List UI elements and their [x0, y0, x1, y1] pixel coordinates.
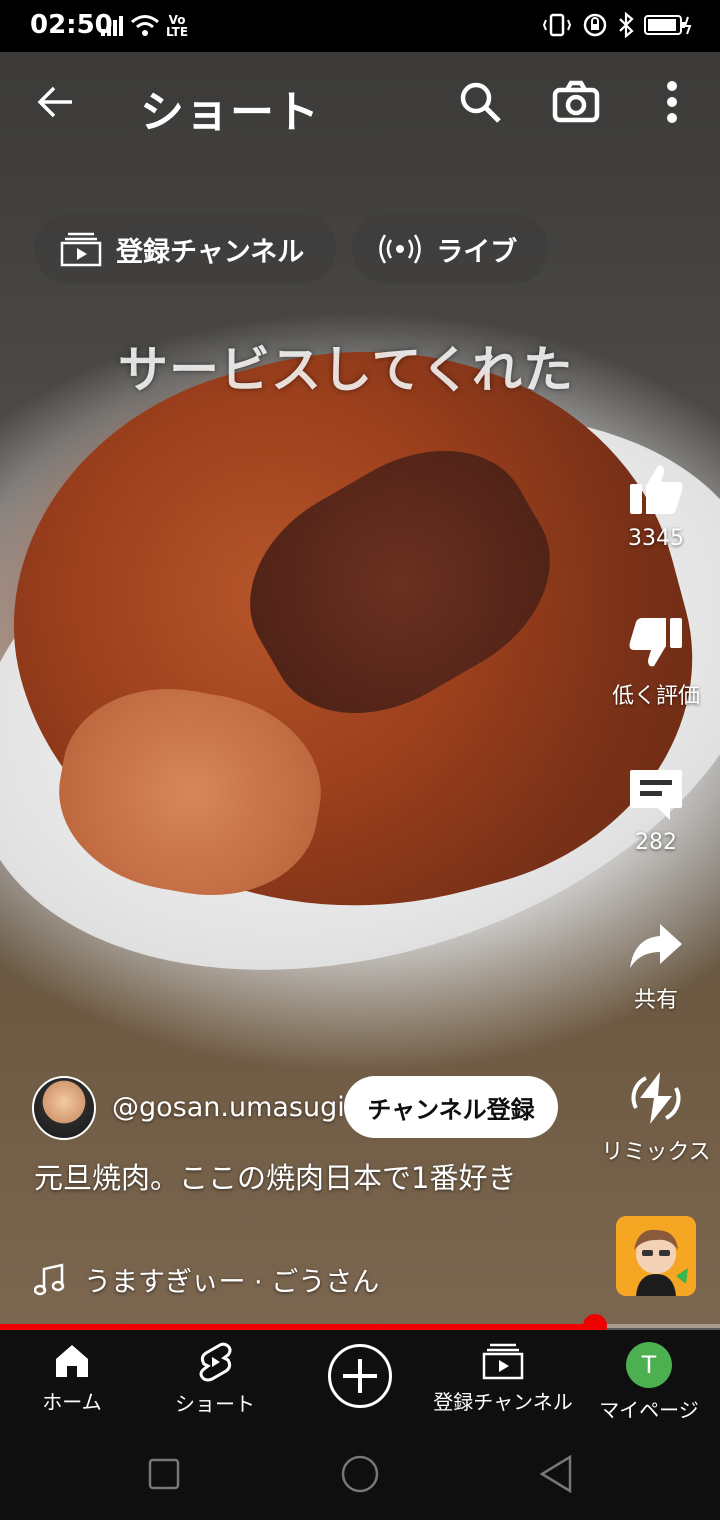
nav-subscriptions-label: 登録チャンネル	[433, 1390, 573, 1414]
page-title: ショート	[140, 87, 320, 138]
top-bar: ショート	[0, 52, 720, 152]
thumbs-down-icon	[629, 618, 682, 667]
nav-mypage[interactable]: T マイページ	[594, 1342, 704, 1423]
home-circle-icon[interactable]	[340, 1454, 380, 1494]
bluetooth-icon	[619, 12, 634, 38]
volte-indicator: Vo LTE	[166, 14, 188, 38]
sound-title: うますぎぃー · ごうさん	[84, 1267, 380, 1298]
video-overlay-caption: サービスしてくれた	[118, 341, 574, 399]
battery-icon	[644, 15, 692, 35]
status-right-icons	[542, 12, 692, 38]
search-icon[interactable]	[458, 80, 502, 124]
wifi-icon	[131, 15, 159, 36]
nav-home-label: ホーム	[42, 1390, 102, 1414]
live-icon	[379, 234, 421, 264]
sound-link[interactable]: うますぎぃー · ごうさん	[34, 1260, 379, 1299]
share-label: 共有	[633, 988, 678, 1013]
nav-shorts[interactable]: ショート	[165, 1342, 265, 1417]
home-icon	[56, 1345, 88, 1377]
back-arrow-icon[interactable]	[36, 82, 76, 122]
video-caption[interactable]: 元旦焼肉。ここの焼肉日本で1番好き	[34, 1160, 554, 1196]
back-triangle-icon[interactable]	[538, 1454, 574, 1494]
like-count: 3345	[628, 526, 684, 551]
share-button[interactable]: 共有	[596, 916, 716, 1014]
comment-icon	[630, 770, 682, 820]
comments-button[interactable]: 282	[596, 764, 716, 855]
chip-live[interactable]: ライブ	[352, 214, 550, 284]
signal-icon	[101, 16, 123, 36]
thumbs-up-icon	[630, 465, 683, 514]
chip-label: 登録チャンネル	[116, 236, 305, 268]
volte-line2: LTE	[166, 25, 189, 39]
feed-chips: 登録チャンネル ライブ	[34, 214, 550, 284]
create-button[interactable]	[328, 1344, 392, 1408]
sound-thumbnail[interactable]	[616, 1216, 696, 1296]
remix-label: リミックス	[601, 1140, 711, 1165]
share-icon	[630, 924, 682, 968]
recents-icon[interactable]	[148, 1458, 180, 1490]
channel-handle[interactable]: @gosan.umasugi	[112, 1092, 345, 1123]
remix-icon	[631, 1072, 681, 1124]
shorts-icon	[199, 1342, 232, 1382]
nav-mypage-label: マイページ	[599, 1398, 699, 1422]
dislike-button[interactable]: 低く評価	[596, 612, 716, 710]
user-avatar: T	[626, 1342, 672, 1388]
subscriptions-icon	[60, 232, 102, 267]
lock-rotation-icon	[583, 13, 607, 37]
comment-count: 282	[635, 830, 677, 855]
nav-subscriptions[interactable]: 登録チャンネル	[430, 1342, 576, 1415]
dislike-label: 低く評価	[611, 684, 700, 709]
status-bar: 02:50 Vo LTE	[0, 0, 720, 52]
plus-icon	[343, 1359, 377, 1393]
chip-label: ライブ	[436, 236, 518, 268]
remix-button[interactable]: リミックス	[596, 1068, 716, 1166]
more-vert-icon[interactable]	[660, 78, 684, 126]
sound-artwork-icon	[634, 1229, 688, 1296]
music-note-icon	[34, 1262, 65, 1295]
vibrate-icon	[542, 13, 572, 37]
nav-home[interactable]: ホーム	[22, 1342, 122, 1415]
like-button[interactable]: 3345	[596, 460, 716, 551]
chip-subscriptions[interactable]: 登録チャンネル	[34, 214, 337, 284]
subscriptions-icon	[482, 1343, 524, 1380]
channel-avatar[interactable]	[32, 1076, 96, 1140]
status-left-icons: Vo LTE	[100, 14, 188, 38]
subscribe-button[interactable]: チャンネル登録	[344, 1076, 558, 1138]
system-navigation-bar	[0, 1430, 720, 1520]
camera-icon[interactable]	[552, 80, 600, 124]
bottom-navigation: ホーム ショート 登録チャンネル T マイページ	[0, 1330, 720, 1430]
nav-shorts-label: ショート	[175, 1392, 255, 1416]
